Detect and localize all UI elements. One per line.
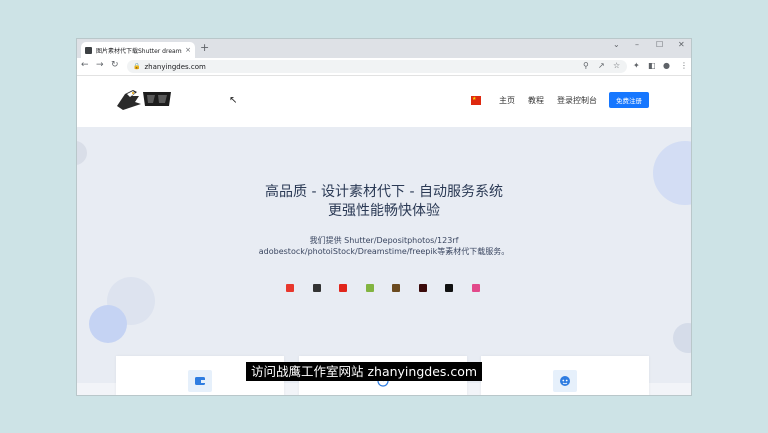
back-button[interactable]: ← (81, 60, 89, 70)
url-text: zhanyingdes.com (144, 62, 206, 71)
tab-close-icon[interactable]: × (185, 46, 191, 54)
maximize-button[interactable]: ☐ (656, 40, 663, 49)
close-window-button[interactable]: ✕ (678, 40, 685, 49)
eagle-logo-icon[interactable] (115, 86, 175, 112)
favicon-icon (85, 46, 92, 54)
shutterstock-icon (286, 284, 294, 292)
hero-subline-line2: adobestock/photoiStock/Dreamstime/freepi… (258, 247, 510, 256)
browser-tab[interactable]: 图片素材代下载Shutter dreams × (81, 42, 195, 58)
forward-button[interactable]: → (96, 60, 104, 70)
signup-button[interactable]: 免费注册 (609, 92, 649, 108)
reload-button[interactable]: ↻ (111, 60, 119, 70)
dreamstime-icon (392, 284, 400, 292)
brand-icon-row (77, 284, 691, 294)
share-icon[interactable]: ↗ (598, 61, 605, 70)
hero-subline: 我们提供 Shutter/Depositphotos/123rf adobest… (77, 235, 691, 257)
decor-circle (89, 305, 127, 343)
profile-avatar-icon[interactable]: ● (663, 61, 670, 70)
tab-search-icon[interactable]: ⌄ (613, 40, 620, 49)
hero-headline-line1: 高品质 - 设计素材代下 - 自动服务系统 (265, 184, 503, 200)
browser-window: 图片素材代下载Shutter dreams × + ⌄ – ☐ ✕ ← → ↻ … (77, 39, 691, 395)
address-bar[interactable]: 🔒 zhanyingdes.com (127, 60, 627, 73)
envato-icon (365, 284, 374, 292)
browser-toolbar: ← → ↻ 🔒 zhanyingdes.com ⚲ ↗ ☆ ✦ ◧ ● ⋮ (77, 58, 691, 76)
nav-tutorials[interactable]: 教程 (528, 95, 544, 106)
hero-headline-line2: 更强性能畅快体验 (328, 203, 440, 219)
bookmark-star-icon[interactable]: ☆ (613, 61, 620, 70)
hero-section: 高品质 - 设计素材代下 - 自动服务系统 更强性能畅快体验 我们提供 Shut… (77, 127, 691, 383)
tab-title: 图片素材代下载Shutter dreams (96, 47, 183, 55)
china-flag-icon[interactable]: ★ (471, 96, 481, 105)
decor-circle (77, 141, 87, 165)
tab-strip: 图片素材代下载Shutter dreams × + ⌄ – ☐ ✕ (77, 39, 691, 58)
new-tab-button[interactable]: + (200, 41, 209, 54)
wallet-icon (188, 370, 212, 392)
key-icon[interactable]: ⚲ (583, 61, 589, 70)
hero-headline: 高品质 - 设计素材代下 - 自动服务系统 更强性能畅快体验 (77, 183, 691, 221)
adobe-stock-icon (418, 284, 427, 292)
freepik-icon (471, 284, 480, 292)
istock-icon (445, 284, 453, 292)
flag-star-icon: ★ (472, 96, 477, 102)
nav-console-login[interactable]: 登录控制台 (557, 95, 597, 106)
123rf-icon (339, 284, 347, 292)
nav-home[interactable]: 主页 (499, 95, 515, 106)
video-caption: 访问战鹰工作室网站 zhanyingdes.com (246, 362, 483, 381)
lock-icon: 🔒 (133, 63, 141, 70)
side-panel-icon[interactable]: ◧ (648, 61, 656, 70)
support-face-icon (553, 370, 577, 392)
menu-dots-icon[interactable]: ⋮ (680, 61, 688, 70)
feature-card-3 (481, 356, 649, 395)
mouse-cursor-icon: ↖ (229, 95, 238, 106)
minimize-button[interactable]: – (635, 40, 639, 49)
hero-subline-line1: 我们提供 Shutter/Depositphotos/123rf (309, 236, 459, 245)
decor-circle (673, 323, 691, 353)
extensions-icon[interactable]: ✦ (633, 61, 640, 70)
site-header: ↖ ★ 主页 教程 登录控制台 免费注册 (77, 76, 691, 127)
depositphotos-icon (312, 284, 321, 292)
